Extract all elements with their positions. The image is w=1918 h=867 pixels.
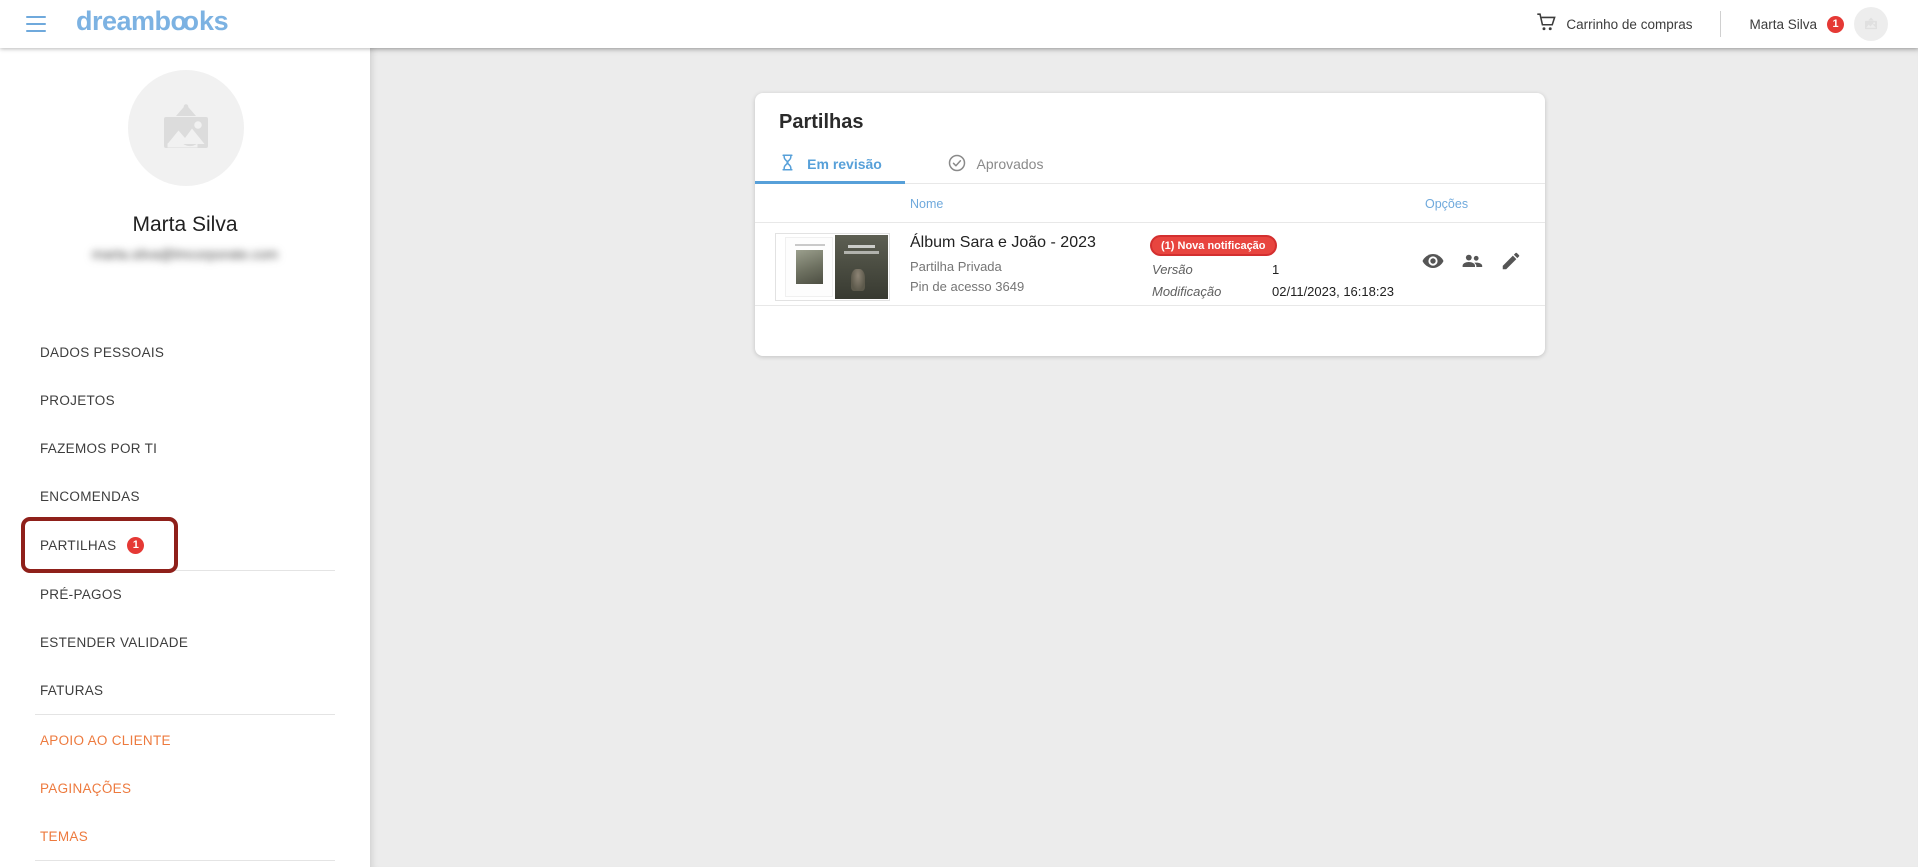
modified-label: Modificação	[1152, 284, 1221, 299]
sidebar-item-temas[interactable]: TEMAS	[0, 812, 370, 860]
sidebar-item-encomendas[interactable]: ENCOMENDAS	[0, 472, 370, 520]
profile-avatar	[128, 70, 244, 186]
share-privacy: Partilha Privada	[910, 259, 1002, 274]
row-actions	[1421, 249, 1523, 273]
version-label: Versão	[1152, 262, 1193, 277]
partilhas-badge: 1	[127, 537, 144, 554]
pencil-icon[interactable]	[1499, 249, 1523, 273]
sidebar-item-partilhas[interactable]: PARTILHAS 1	[0, 521, 370, 569]
partilhas-card: Partilhas Em revisão Aprovados Nome Opçõ	[755, 93, 1545, 356]
sidebar: Marta Silva marta.silva@lmcorporate.com …	[0, 48, 370, 867]
sidebar-divider	[35, 860, 335, 861]
app-header: dreambooks Carrinho de compras Marta Sil…	[0, 0, 1918, 48]
profile-name: Marta Silva	[0, 213, 370, 237]
tab-label: Em revisão	[807, 156, 882, 172]
hourglass-icon	[778, 153, 797, 175]
sidebar-item-faturas[interactable]: FATURAS	[0, 666, 370, 714]
sidebar-item-projetos[interactable]: PROJETOS	[0, 376, 370, 424]
modified-value: 02/11/2023, 16:18:23	[1272, 284, 1394, 299]
column-header-nome: Nome	[910, 197, 943, 211]
sidebar-item-paginacoes[interactable]: PAGINAÇÕES	[0, 764, 370, 812]
divider	[755, 222, 1545, 223]
user-name: Marta Silva	[1749, 17, 1817, 32]
tab-label: Aprovados	[977, 156, 1044, 172]
tab-em-revisao[interactable]: Em revisão	[755, 145, 905, 183]
cart-button[interactable]: Carrinho de compras	[1535, 11, 1692, 38]
sidebar-item-dados-pessoais[interactable]: DADOS PESSOAIS	[0, 328, 370, 376]
access-pin: Pin de acesso 3649	[910, 279, 1024, 294]
page-title: Partilhas	[779, 111, 863, 134]
album-name: Álbum Sara e João - 2023	[910, 234, 1096, 252]
avatar[interactable]	[1854, 7, 1888, 41]
new-notification-pill: (1) Nova notificação	[1150, 235, 1277, 256]
sidebar-item-estender-validade[interactable]: ESTENDER VALIDADE	[0, 618, 370, 666]
logo-oo: oo	[171, 6, 195, 36]
active-tab-indicator	[755, 181, 905, 184]
cart-icon	[1535, 11, 1557, 38]
divider	[755, 305, 1545, 306]
user-menu[interactable]: Marta Silva 1	[1749, 7, 1888, 41]
tab-aprovados[interactable]: Aprovados	[927, 145, 1063, 183]
check-circle-icon	[947, 153, 967, 176]
sidebar-item-apoio-ao-cliente[interactable]: APOIO AO CLIENTE	[0, 716, 370, 764]
sidebar-item-fazemos-por-ti[interactable]: FAZEMOS POR TI	[0, 424, 370, 472]
album-cover-front	[835, 235, 888, 299]
notification-badge: 1	[1827, 16, 1844, 33]
image-placeholder-icon	[156, 98, 216, 158]
sidebar-divider	[35, 714, 335, 715]
sidebar-item-pre-pagos[interactable]: PRÉ-PAGOS	[0, 570, 370, 618]
album-thumbnail	[775, 233, 890, 301]
column-header-opcoes: Opções	[1425, 197, 1468, 211]
main-content: Partilhas Em revisão Aprovados Nome Opçõ	[370, 48, 1918, 867]
profile-email-redacted: marta.silva@lmcorporate.com	[0, 246, 370, 262]
menu-icon[interactable]	[26, 14, 48, 34]
album-cover-back	[785, 237, 833, 297]
logo-text-end: ks	[199, 6, 228, 36]
logo-text: dreamb	[76, 6, 171, 36]
header-divider	[1720, 11, 1721, 37]
cart-label: Carrinho de compras	[1566, 17, 1692, 32]
eye-icon[interactable]	[1421, 249, 1445, 273]
logo[interactable]: dreambooks	[76, 6, 228, 37]
people-icon[interactable]	[1460, 249, 1484, 273]
version-value: 1	[1272, 262, 1279, 277]
